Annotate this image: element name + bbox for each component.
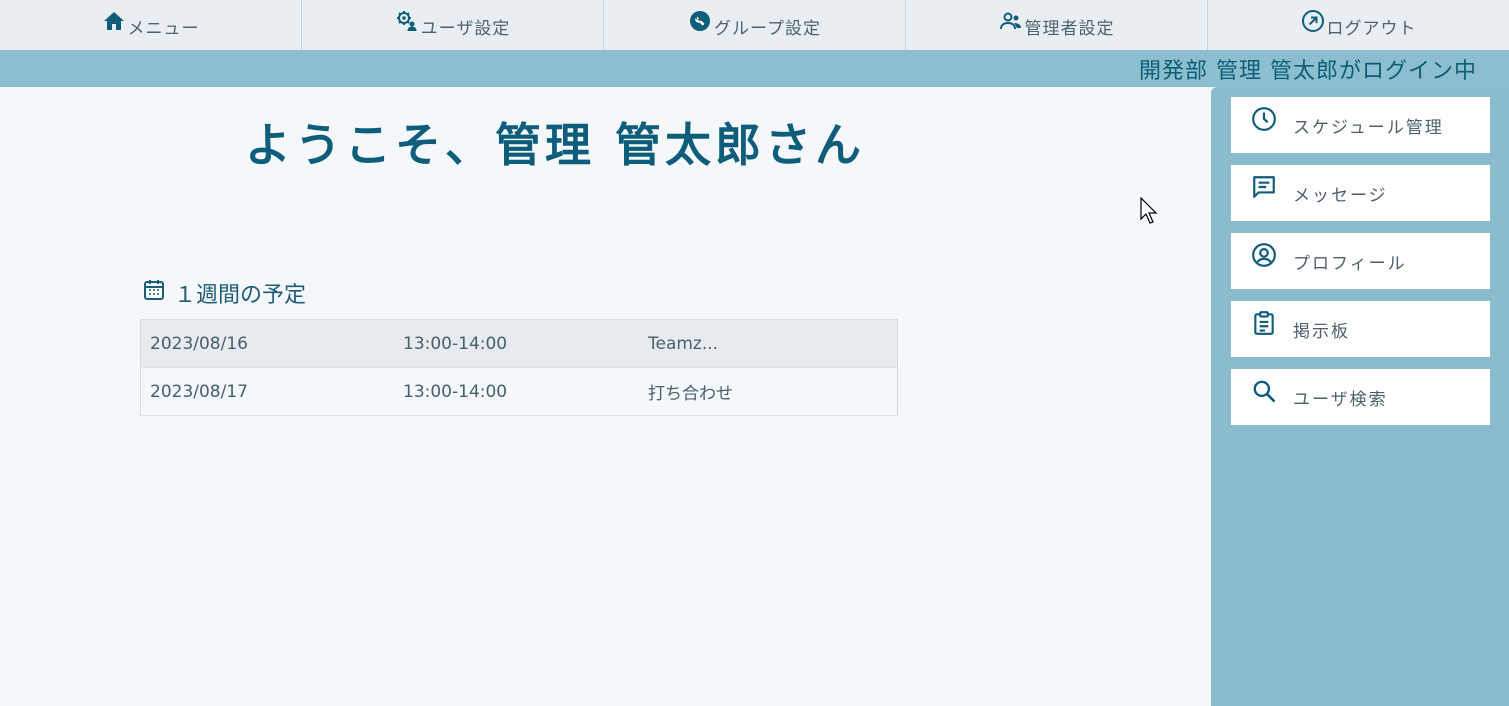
sidebar-item-message[interactable]: メッセージ <box>1231 165 1490 221</box>
home-icon <box>102 9 126 33</box>
nav-item-logout[interactable]: ログアウト <box>1208 0 1509 50</box>
schedule-title: １週間の予定 <box>174 283 307 308</box>
user-gear-icon <box>395 9 419 33</box>
main-content: ようこそ、管理 管太郎さん １週間の予定 2023/08/16 13:00-14… <box>0 87 1211 706</box>
table-row[interactable]: 2023/08/17 13:00-14:00 打ち合わせ <box>140 367 898 416</box>
logout-arrow-icon <box>1301 9 1325 33</box>
weekly-schedule-table: 2023/08/16 13:00-14:00 Teamz... 2023/08/… <box>140 319 898 416</box>
schedule-time: 13:00-14:00 <box>394 319 639 368</box>
admin-users-icon <box>999 9 1023 33</box>
search-icon <box>1251 378 1277 404</box>
schedule-title-cell[interactable]: 打ち合わせ <box>639 367 898 416</box>
sidebar-item-label: ユーザ検索 <box>1293 389 1388 410</box>
schedule-date: 2023/08/16 <box>140 319 394 368</box>
sidebar-item-schedule[interactable]: スケジュール管理 <box>1231 97 1490 153</box>
sidebar-item-label: メッセージ <box>1293 185 1388 206</box>
nav-item-label: 管理者設定 <box>1024 18 1115 39</box>
nav-item-label: グループ設定 <box>714 18 821 39</box>
schedule-time: 13:00-14:00 <box>394 367 639 416</box>
table-row[interactable]: 2023/08/16 13:00-14:00 Teamz... <box>140 319 898 368</box>
sidebar-item-label: 掲示板 <box>1293 321 1350 342</box>
wrench-icon <box>688 9 712 33</box>
sidebar-item-user-search[interactable]: ユーザ検索 <box>1231 369 1490 425</box>
login-status-bar: 開発部 管理 管太郎がログイン中 <box>0 50 1509 87</box>
schedule-date: 2023/08/17 <box>140 367 394 416</box>
message-icon <box>1251 174 1277 200</box>
nav-item-user-settings[interactable]: ユーザ設定 <box>302 0 604 50</box>
sidebar: スケジュール管理 メッセージ プロフィール 掲示板 ユーザ検索 <box>1211 87 1509 706</box>
clipboard-icon <box>1251 310 1277 336</box>
calendar-icon <box>142 278 166 302</box>
nav-item-label: メニュー <box>127 18 200 39</box>
login-status-text: 開発部 管理 管太郎がログイン中 <box>1139 58 1477 84</box>
welcome-heading: ようこそ、管理 管太郎さん <box>244 118 865 172</box>
sidebar-item-label: プロフィール <box>1293 253 1407 274</box>
sidebar-item-profile[interactable]: プロフィール <box>1231 233 1490 289</box>
profile-icon <box>1251 242 1277 268</box>
nav-item-admin-settings[interactable]: 管理者設定 <box>906 0 1208 50</box>
sidebar-item-bulletin-board[interactable]: 掲示板 <box>1231 301 1490 357</box>
nav-item-label: ユーザ設定 <box>420 18 511 39</box>
sidebar-item-label: スケジュール管理 <box>1293 117 1444 138</box>
nav-item-group-settings[interactable]: グループ設定 <box>604 0 906 50</box>
top-navigation: メニュー ユーザ設定 グループ設定 管理者設定 ログアウト <box>0 0 1509 50</box>
schedule-heading: １週間の予定 <box>142 277 306 309</box>
nav-item-label: ログアウト <box>1326 18 1417 39</box>
schedule-title-cell[interactable]: Teamz... <box>639 319 898 368</box>
mouse-cursor-icon <box>1140 197 1158 224</box>
nav-item-menu[interactable]: メニュー <box>0 0 302 50</box>
clock-icon <box>1251 106 1277 132</box>
